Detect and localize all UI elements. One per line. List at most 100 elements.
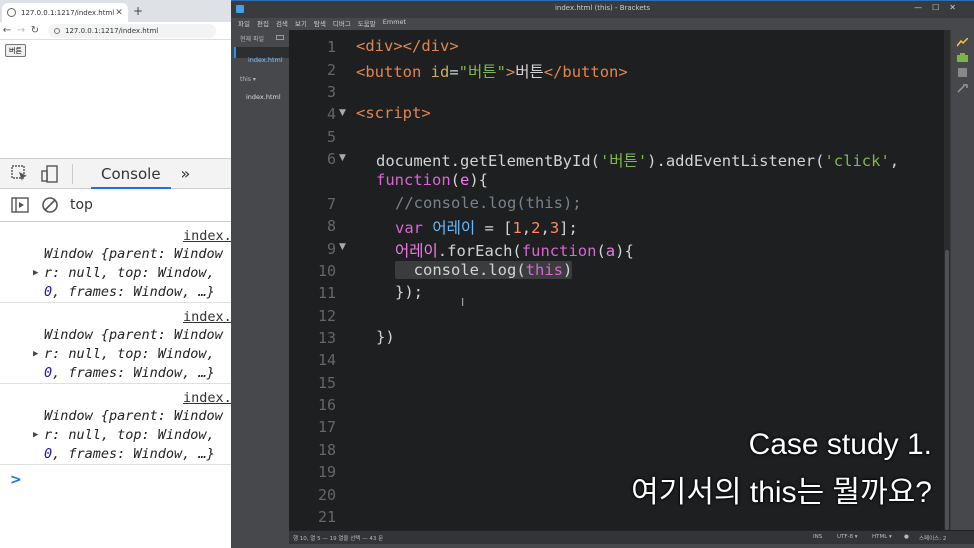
clear-console-icon[interactable] (40, 196, 60, 214)
code-token: var (395, 219, 423, 237)
code-token: , (889, 152, 900, 170)
url-text: 127.0.0.1:1217/index.html (65, 26, 159, 35)
fold-arrow-icon[interactable]: ▼ (339, 153, 346, 163)
code-token: '버튼' (599, 152, 648, 170)
line-number: 10 (317, 262, 336, 280)
line-number: 19 (317, 463, 336, 481)
insert-mode[interactable]: INS (813, 534, 822, 540)
menu-emmet[interactable]: Emmet (383, 18, 406, 30)
extension-manager-icon[interactable] (957, 53, 968, 62)
console-message: index. Window {parent: Window ▶ r: null,… (0, 384, 231, 465)
code-token: id (421, 63, 450, 81)
code-token: function (376, 171, 451, 189)
indent-setting[interactable]: 스페이스: 2 (919, 534, 946, 542)
linter-status-icon[interactable]: ● (904, 534, 909, 540)
context-selector[interactable]: top (70, 197, 93, 213)
code-token: }); (395, 283, 423, 301)
code-line-2: <button id="버튼">버튼</button> (356, 60, 628, 82)
language-selector[interactable]: HTML ▾ (872, 534, 892, 540)
code-token: ){ (469, 171, 489, 189)
caption-question: 여기서의 this는 뭘까요? (631, 476, 932, 509)
line-number: 6 (326, 150, 336, 168)
sidebar-toggle-icon[interactable] (10, 196, 30, 214)
expand-triangle-icon[interactable]: ▶ (33, 430, 38, 440)
fold-arrow-icon[interactable]: ▼ (339, 242, 346, 252)
code-token: <script> (356, 104, 431, 122)
inspect-element-icon[interactable] (10, 164, 30, 183)
menu-help[interactable]: 도움말 (358, 18, 376, 30)
new-tab-button[interactable]: + (133, 4, 143, 18)
menu-view[interactable]: 보기 (295, 18, 307, 30)
window-controls[interactable]: —☐✕ (914, 3, 966, 12)
log-text: , frames: Window, …} (52, 365, 215, 381)
line-number: 7 (326, 195, 336, 213)
status-bar: 행 10, 열 5 — 19 열을 선택 — 43 문 INS UTF-8 ▾ … (289, 530, 974, 544)
extension-icon[interactable] (957, 68, 968, 77)
expand-triangle-icon[interactable]: ▶ (33, 268, 38, 278)
log-line: Window {parent: Window (44, 327, 223, 343)
back-icon[interactable]: ← (0, 25, 14, 36)
fold-arrow-icon[interactable]: ▼ (339, 108, 346, 118)
project-dropdown[interactable]: this ▾ (240, 76, 256, 83)
working-file-item[interactable]: index.html (234, 47, 289, 64)
page-button[interactable]: 버튼 (5, 44, 26, 57)
globe-icon (7, 8, 16, 17)
code-line-11: }); (395, 283, 423, 301)
code-token: = (449, 63, 459, 81)
code-line-8: var 어레이 = [1,2,3]; (395, 216, 578, 238)
info-icon[interactable] (54, 27, 60, 34)
code-token: 3 (549, 219, 560, 237)
code-token: 버튼 (515, 63, 544, 81)
scrollbar-thumb[interactable] (945, 250, 949, 530)
menu-navigate[interactable]: 탐색 (314, 18, 326, 30)
code-token: this (525, 261, 563, 279)
menu-find[interactable]: 검색 (276, 18, 288, 30)
line-number: 8 (326, 217, 336, 235)
more-tabs-icon[interactable]: » (181, 164, 191, 183)
reload-icon[interactable]: ↻ (28, 25, 42, 36)
code-token: ( (596, 242, 606, 260)
devtools-tabbar: Console » (0, 159, 231, 189)
encoding-selector[interactable]: UTF-8 ▾ (837, 534, 858, 540)
expand-triangle-icon[interactable]: ▶ (33, 349, 38, 359)
code-token: ).addEventListener( (647, 152, 825, 170)
selection-highlight: console.log(this) (395, 261, 573, 279)
code-token: function (521, 242, 597, 260)
console-output: index. Window {parent: Window ▶ r: null,… (0, 222, 231, 488)
menu-file[interactable]: 파일 (238, 18, 250, 30)
forward-icon[interactable]: → (14, 25, 28, 36)
code-token: console.log( (413, 261, 526, 279)
browser-tab[interactable]: 127.0.0.1:1217/index.html ✕ (2, 3, 128, 22)
source-link[interactable]: index. (183, 309, 231, 325)
code-token: </div> (402, 37, 459, 55)
line-number: 15 (317, 374, 336, 392)
log-number: 0 (44, 446, 53, 462)
code-token: 1 (512, 219, 522, 237)
device-toolbar-icon[interactable] (40, 164, 60, 183)
code-line-13: }) (376, 328, 395, 346)
menu-edit[interactable]: 편집 (257, 18, 269, 30)
line-number: 9 (326, 240, 336, 258)
console-prompt[interactable]: > (10, 472, 22, 488)
code-token: <div> (356, 37, 403, 55)
tab-console[interactable]: Console (91, 159, 171, 189)
code-line-6-wrap: function(e){ (376, 171, 488, 189)
line-number: 18 (317, 441, 336, 459)
live-preview-icon[interactable] (957, 38, 968, 47)
line-gutter: 1 2 3 4 5 6 7 8 9 10 11 12 13 14 15 16 1… (289, 30, 339, 530)
sidebar: 현재 파일 index.html this ▾ index.html (231, 30, 289, 544)
code-token: 'click' (824, 152, 890, 170)
menu-debug[interactable]: 디버그 (333, 18, 351, 30)
source-link[interactable]: index. (183, 390, 231, 406)
address-bar[interactable]: 127.0.0.1:1217/index.html (48, 23, 216, 38)
code-token: a (605, 242, 616, 260)
source-link[interactable]: index. (183, 228, 231, 244)
close-tab-icon[interactable]: ✕ (115, 8, 123, 18)
line-number: 14 (317, 351, 336, 369)
log-line: Window {parent: Window (44, 246, 223, 262)
wrench-icon[interactable] (957, 84, 968, 93)
line-number: 21 (317, 508, 336, 526)
console-toolbar: top (0, 189, 231, 222)
project-file-item[interactable]: index.html (246, 93, 281, 101)
split-view-icon[interactable] (276, 35, 284, 40)
